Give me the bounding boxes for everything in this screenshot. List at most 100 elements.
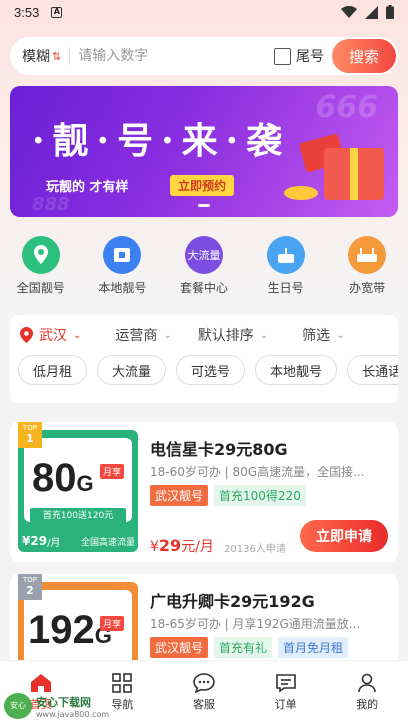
category-label: 本地靓号 (98, 281, 147, 295)
banner-headline: ·靓·号·来·袭 (32, 120, 291, 162)
chip-selectable-number[interactable]: 可选号 (176, 355, 246, 385)
chevron-down-icon: ⌄ (73, 329, 82, 341)
monthly-tag: 月享 (99, 464, 124, 479)
order-icon (275, 674, 296, 693)
search-bar: 模糊 ⇅ 尾号 搜索 (10, 37, 398, 75)
category-label: 办宽带 (349, 281, 386, 295)
category-broadband[interactable]: 办宽带 (326, 236, 408, 300)
banner-decoration-number: 888 (32, 194, 70, 215)
tab-profile[interactable]: 我的 (326, 661, 408, 725)
category-national-numbers[interactable]: 全国靓号 (0, 236, 82, 300)
watermark-url: www.java800.com (36, 709, 110, 719)
chip-long-call[interactable]: 长通话 (347, 355, 398, 385)
product-card[interactable]: 中国电信 80G 月享 首充100送120元 ¥29 /月 全国高速流量 TOP… (10, 422, 398, 562)
operator-label: 运营商 (115, 328, 158, 344)
tab-orders[interactable]: 订单 (245, 661, 327, 725)
coins-icon (284, 186, 318, 200)
watermark-name: 安心下载网 (36, 695, 91, 709)
product-card[interactable]: 中国广电 192G 月享 TOP 2 广电升卿卡29元192G 18-65岁可办 … (10, 574, 398, 664)
rank-badge: TOP 2 (18, 574, 42, 600)
category-birthday-numbers[interactable]: 生日号 (245, 236, 327, 300)
category-label: 生日号 (267, 281, 304, 295)
chip-low-rent[interactable]: 低月租 (18, 355, 88, 385)
thumbnail-footer: ¥29 /月 全国高速流量 (18, 530, 138, 552)
category-label: 全国靓号 (16, 281, 65, 295)
city-label: 武汉 (39, 328, 67, 344)
product-tag: 武汉靓号 (150, 485, 209, 506)
monthly-tag: 月享 (99, 616, 124, 631)
banner-reserve-button[interactable]: 立即预约 (170, 175, 235, 196)
rank-badge: TOP 1 (18, 422, 42, 448)
filter-dropdown[interactable]: 筛选 ⌄ (302, 325, 344, 345)
sort-label: 默认排序 (197, 328, 254, 344)
thumbnail-data-amount: 80G (32, 456, 94, 500)
signal-icon (365, 5, 378, 19)
product-description: 18-65岁可办 | 月享192G通用流量放... (150, 617, 361, 631)
thumbnail-bonus: 首充100送120元 (30, 508, 126, 524)
thumbnail-tagline: 全国高速流量 (80, 537, 135, 548)
category-nav: 全国靓号 本地靓号 大流量 套餐中心 生日号 办宽带 (0, 236, 408, 300)
product-title: 广电升卿卡29元192G (150, 592, 315, 611)
product-price: ¥29元/月 (150, 536, 214, 555)
router-icon (348, 236, 387, 274)
tab-label: 导航 (111, 698, 134, 711)
chevron-down-icon: ⌄ (336, 329, 345, 341)
cake-icon (266, 236, 305, 274)
wifi-icon (341, 5, 357, 18)
tail-number-checkbox[interactable]: 尾号 (274, 46, 324, 66)
gift-box-icon (324, 148, 384, 200)
banner-subtitle: 玩靓的 才有样 (46, 180, 129, 195)
thumbnail-price-unit: /月 (47, 537, 61, 549)
notification-icon: A (51, 6, 63, 18)
product-tag: 首充有礼 (214, 637, 273, 658)
search-button[interactable]: 搜索 (332, 39, 396, 73)
tab-label: 我的 (356, 698, 379, 711)
category-label: 套餐中心 (179, 281, 228, 295)
checkbox-icon (274, 47, 291, 65)
sort-dropdown[interactable]: 默认排序 ⌄ (198, 325, 268, 345)
product-tags: 武汉靓号 首充100得220 (150, 485, 306, 506)
status-time: 3:53 (14, 4, 40, 20)
location-pin-icon (21, 236, 60, 274)
grid-icon (112, 673, 133, 693)
chevron-down-icon: ⌄ (259, 329, 269, 341)
tab-customer-service[interactable]: 客服 (163, 661, 245, 725)
user-icon (358, 673, 376, 693)
product-tag: 武汉靓号 (150, 637, 209, 658)
swap-icon: ⇅ (52, 49, 62, 63)
big-data-icon: 大流量 (184, 236, 223, 274)
watermark-logo: 安心 (4, 693, 32, 719)
battery-icon (386, 5, 394, 19)
product-title: 电信星卡29元80G (150, 440, 288, 459)
filter-label: 筛选 (302, 328, 331, 344)
operator-dropdown[interactable]: 运营商 ⌄ (115, 325, 171, 345)
location-pin-icon (20, 327, 33, 343)
search-input[interactable] (78, 48, 259, 64)
product-tags: 武汉靓号 首充有礼 首月免月租 (150, 637, 349, 658)
search-mode-toggle[interactable]: 模糊 ⇅ (10, 46, 61, 66)
banner-decoration-number: 666 (315, 90, 378, 125)
status-bar: 3:53 A (0, 0, 408, 24)
product-tag: 首月免月租 (278, 637, 349, 658)
chat-icon (193, 673, 215, 693)
category-local-numbers[interactable]: 本地靓号 (82, 236, 164, 300)
site-watermark: 安心 安心下载网 www.java800.com (0, 690, 110, 722)
sim-card-icon (103, 236, 142, 274)
tab-label: 客服 (192, 698, 215, 711)
city-selector[interactable]: 武汉 ⌄ (20, 325, 81, 345)
promo-banner[interactable]: 666 888 ·靓·号·来·袭 玩靓的 才有样 立即预约 (10, 86, 398, 217)
apply-now-button[interactable]: 立即申请 (300, 520, 388, 552)
chip-local-number[interactable]: 本地靓号 (255, 355, 338, 385)
chip-big-data[interactable]: 大流量 (97, 355, 167, 385)
tab-label: 订单 (274, 698, 297, 711)
quick-filter-chips: 低月租 大流量 可选号 本地靓号 长通话 (10, 355, 398, 385)
category-plan-center[interactable]: 大流量 套餐中心 (163, 236, 245, 300)
product-tag: 首充100得220 (214, 485, 306, 506)
thumbnail-data-amount: 192G (28, 608, 112, 652)
filter-row: 武汉 ⌄ 运营商 ⌄ 默认排序 ⌄ 筛选 ⌄ (10, 315, 398, 355)
applicant-count: 20136人申请 (224, 544, 286, 555)
tail-number-label: 尾号 (296, 49, 324, 65)
product-description: 18-60岁可办 | 80G高速流量，全国接... (150, 465, 365, 479)
divider (69, 47, 71, 65)
chevron-down-icon: ⌄ (163, 329, 172, 341)
